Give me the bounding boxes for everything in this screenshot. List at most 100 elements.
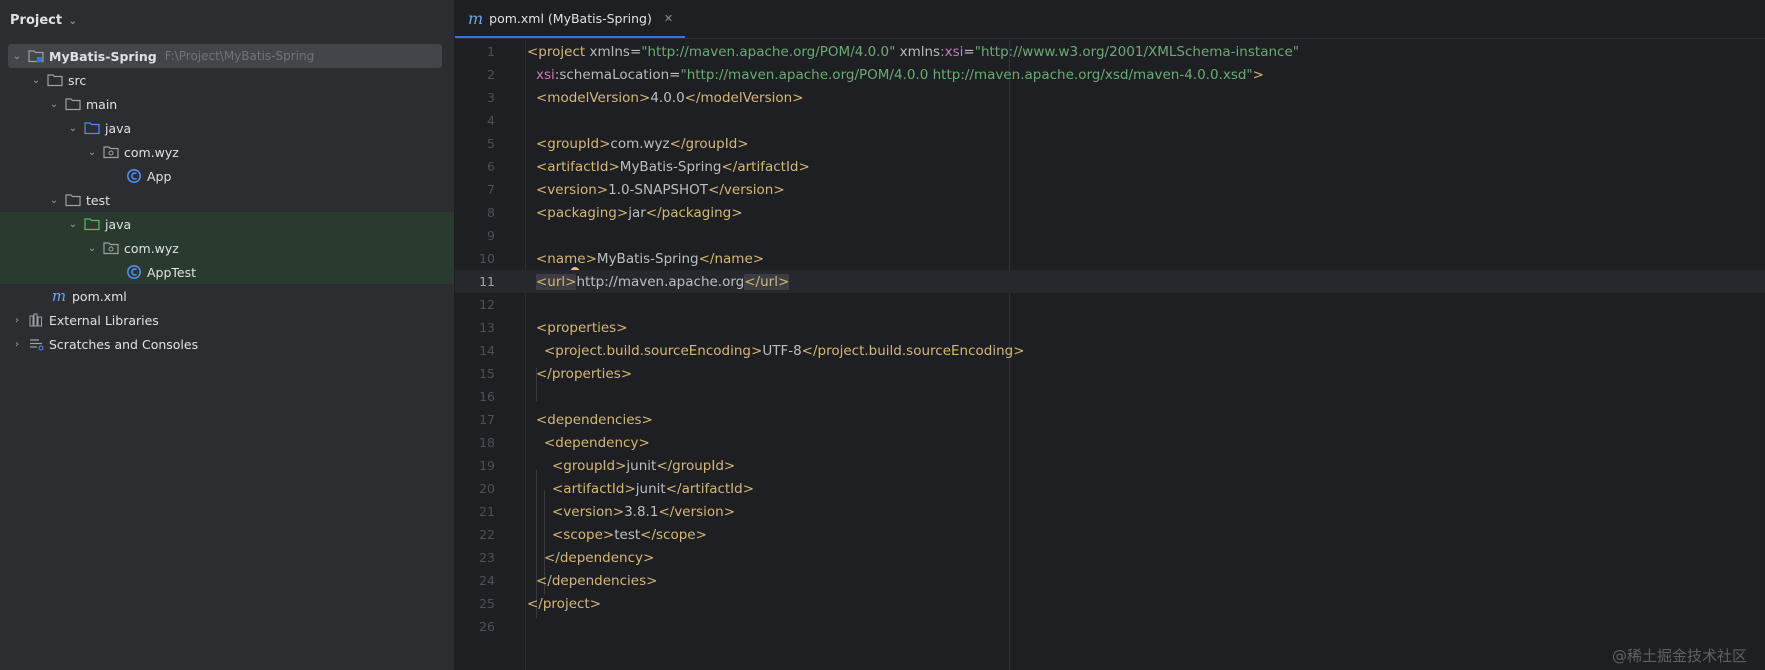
code-editor[interactable]: 1 <project xmlns="http://maven.apache.or…	[455, 40, 1765, 670]
line-number: 21	[479, 504, 495, 519]
folder-icon	[65, 193, 81, 207]
code-line[interactable]: 16	[455, 385, 1765, 408]
chevron-down-icon[interactable]: ⌄	[66, 123, 80, 134]
tree-item-label: App	[147, 168, 172, 184]
java-class-icon	[126, 265, 142, 279]
project-panel-title: Project	[10, 12, 63, 28]
scratches-icon	[28, 337, 44, 351]
test-source-folder-icon	[84, 217, 100, 231]
line-number: 4	[487, 113, 495, 128]
chevron-down-icon[interactable]: ⌄	[47, 99, 61, 110]
code-line[interactable]: 24 </dependencies>	[455, 569, 1765, 592]
chevron-down-icon[interactable]: ⌄	[47, 195, 61, 206]
project-path-hint: F:\Project\MyBatis-Spring	[164, 49, 315, 63]
package-icon	[103, 241, 119, 255]
line-number: 2	[487, 67, 495, 82]
line-number: 23	[479, 550, 495, 565]
tree-item-package[interactable]: ⌄ com.wyz	[0, 140, 454, 164]
code-line[interactable]: 20 <artifactId>junit</artifactId>	[455, 477, 1765, 500]
line-number: 9	[487, 228, 495, 243]
tree-item-label: com.wyz	[124, 240, 179, 256]
line-number: 5	[487, 136, 495, 151]
close-icon[interactable]: ✕	[664, 12, 673, 25]
tree-item-label: AppTest	[147, 264, 197, 280]
code-line[interactable]: 26	[455, 615, 1765, 638]
tree-item-label: java	[105, 120, 132, 136]
tree-item-main-java[interactable]: ⌄ java	[0, 116, 454, 140]
code-line[interactable]: 25 </project>	[455, 592, 1765, 615]
tree-item-test-package[interactable]: ⌄ com.wyz	[0, 236, 454, 260]
code-line[interactable]: 2 xsi:schemaLocation="http://maven.apach…	[455, 63, 1765, 86]
tree-item-label: com.wyz	[124, 144, 179, 160]
code-line-current[interactable]: 11 <url>http://maven.apache.org</url>	[455, 270, 1765, 293]
chevron-down-icon[interactable]: ⌄	[85, 147, 99, 158]
code-line[interactable]: 15 </properties>	[455, 362, 1765, 385]
line-number: 3	[487, 90, 495, 105]
code-line[interactable]: 6 <artifactId>MyBatis-Spring</artifactId…	[455, 155, 1765, 178]
tree-item-src[interactable]: ⌄ src	[0, 68, 454, 92]
code-line[interactable]: 22 <scope>test</scope>	[455, 523, 1765, 546]
line-number: 1	[487, 44, 495, 59]
java-class-icon	[126, 169, 142, 183]
tree-item-label: MyBatis-Spring	[49, 48, 157, 64]
maven-icon: m	[468, 8, 484, 28]
tree-item-label: pom.xml	[72, 288, 127, 304]
chevron-down-icon[interactable]: ⌄	[66, 219, 80, 230]
code-line[interactable]: 21 <version>3.8.1</version>	[455, 500, 1765, 523]
code-line[interactable]: 23 </dependency>	[455, 546, 1765, 569]
editor-tab-bar: m pom.xml (MyBatis-Spring) ✕	[455, 0, 1765, 39]
tree-item-label: External Libraries	[49, 312, 159, 328]
code-line[interactable]: 18 <dependency>	[455, 431, 1765, 454]
maven-icon: m	[51, 287, 67, 305]
line-number: 6	[487, 159, 495, 174]
tree-item-app[interactable]: App	[0, 164, 454, 188]
line-number: 15	[479, 366, 495, 381]
chevron-right-icon[interactable]: ›	[10, 339, 24, 350]
chevron-down-icon[interactable]: ⌄	[10, 51, 24, 62]
code-line[interactable]: 8 <packaging>jar</packaging>	[455, 201, 1765, 224]
tree-item-external-libraries[interactable]: › External Libraries	[0, 308, 454, 332]
tree-item-scratches[interactable]: › Scratches and Consoles	[0, 332, 454, 356]
line-number: 7	[487, 182, 495, 197]
tree-item-label: test	[86, 192, 111, 208]
package-icon	[103, 145, 119, 159]
tab-pom-xml[interactable]: m pom.xml (MyBatis-Spring) ✕	[455, 0, 686, 38]
watermark-text: @稀土掘金技术社区	[1611, 647, 1747, 665]
tree-item-test[interactable]: ⌄ test	[0, 188, 454, 212]
code-line[interactable]: 5 <groupId>com.wyz</groupId>	[455, 132, 1765, 155]
project-tree: ⌄ MyBatis-Spring F:\Project\MyBatis-Spri…	[0, 44, 454, 356]
tree-item-apptest[interactable]: AppTest	[0, 260, 454, 284]
line-number: 8	[487, 205, 495, 220]
code-line[interactable]: 12	[455, 293, 1765, 316]
project-panel-header[interactable]: Project ⌄	[0, 0, 454, 40]
tab-label: pom.xml (MyBatis-Spring)	[489, 10, 652, 26]
tree-item-label: src	[68, 72, 87, 88]
tree-item-project-root[interactable]: ⌄ MyBatis-Spring F:\Project\MyBatis-Spri…	[0, 44, 454, 68]
tree-item-label: java	[105, 216, 132, 232]
tree-item-test-java[interactable]: ⌄ java	[0, 212, 454, 236]
code-line[interactable]: 17 <dependencies>	[455, 408, 1765, 431]
code-line[interactable]: 1 <project xmlns="http://maven.apache.or…	[455, 40, 1765, 63]
line-number: 22	[479, 527, 495, 542]
line-number: 18	[479, 435, 495, 450]
line-number: 19	[479, 458, 495, 473]
module-folder-icon	[28, 49, 44, 63]
code-line[interactable]: 13 <properties>	[455, 316, 1765, 339]
code-line[interactable]: 7 <version>1.0-SNAPSHOT</version>	[455, 178, 1765, 201]
chevron-down-icon[interactable]: ⌄	[85, 243, 99, 254]
chevron-down-icon[interactable]: ⌄	[29, 75, 43, 86]
code-line[interactable]: 10 <name>MyBatis-Spring</name>	[455, 247, 1765, 279]
code-line[interactable]: 14 <project.build.sourceEncoding>UTF-8</…	[455, 339, 1765, 362]
tree-item-main[interactable]: ⌄ main	[0, 92, 454, 116]
folder-icon	[65, 97, 81, 111]
tree-item-pom[interactable]: m pom.xml	[0, 284, 454, 308]
code-line[interactable]: 9	[455, 224, 1765, 247]
folder-icon	[47, 73, 63, 87]
line-number: 24	[479, 573, 495, 588]
code-line[interactable]: 4	[455, 109, 1765, 132]
code-line[interactable]: 19 <groupId>junit</groupId>	[455, 454, 1765, 477]
chevron-right-icon[interactable]: ›	[10, 315, 24, 326]
chevron-down-icon[interactable]: ⌄	[68, 14, 77, 27]
tree-item-label: main	[86, 96, 118, 112]
code-line[interactable]: 3 <modelVersion>4.0.0</modelVersion>	[455, 86, 1765, 109]
